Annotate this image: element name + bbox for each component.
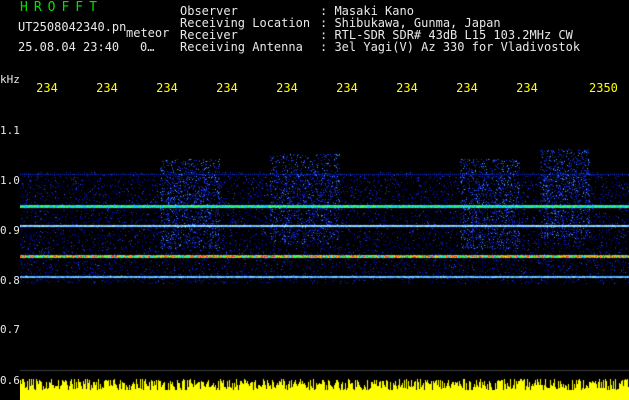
time-tick: 2350 (589, 81, 618, 95)
time-tick: 234 (516, 81, 538, 95)
time-tick: 234 (36, 81, 58, 95)
spectrogram-plot (20, 94, 629, 400)
unit-label: kHz (0, 73, 20, 86)
file-name: UT2508042340.pn (18, 20, 127, 34)
freq-tick: 1.0 (0, 174, 20, 187)
antenna-label: Receiving Antenna (180, 40, 303, 54)
time-tick: 234 (156, 81, 178, 95)
date-time: 25.08.04 23:40 (18, 40, 120, 54)
freq-tick: 1.1 (0, 124, 20, 137)
time-tick: 234 (396, 81, 418, 95)
time-tick: 234 (216, 81, 238, 95)
time-tick: 234 (276, 81, 298, 95)
time-tick: 234 (336, 81, 358, 95)
freq-tick: 0.9 (0, 224, 20, 237)
date-time-trail: 0… (140, 40, 155, 54)
freq-tick: 0.7 (0, 323, 20, 336)
antenna-value: : 3el Yagi(V) Az 330 for Vladivostok (320, 40, 581, 54)
time-tick: 234 (96, 81, 118, 95)
waterfall-canvas (20, 94, 629, 400)
time-tick: 234 (456, 81, 478, 95)
freq-tick: 0.6 (0, 374, 20, 387)
brand-title: HROFFT (20, 0, 103, 15)
mode-label: meteor (126, 26, 170, 40)
freq-tick: 0.8 (0, 274, 20, 287)
